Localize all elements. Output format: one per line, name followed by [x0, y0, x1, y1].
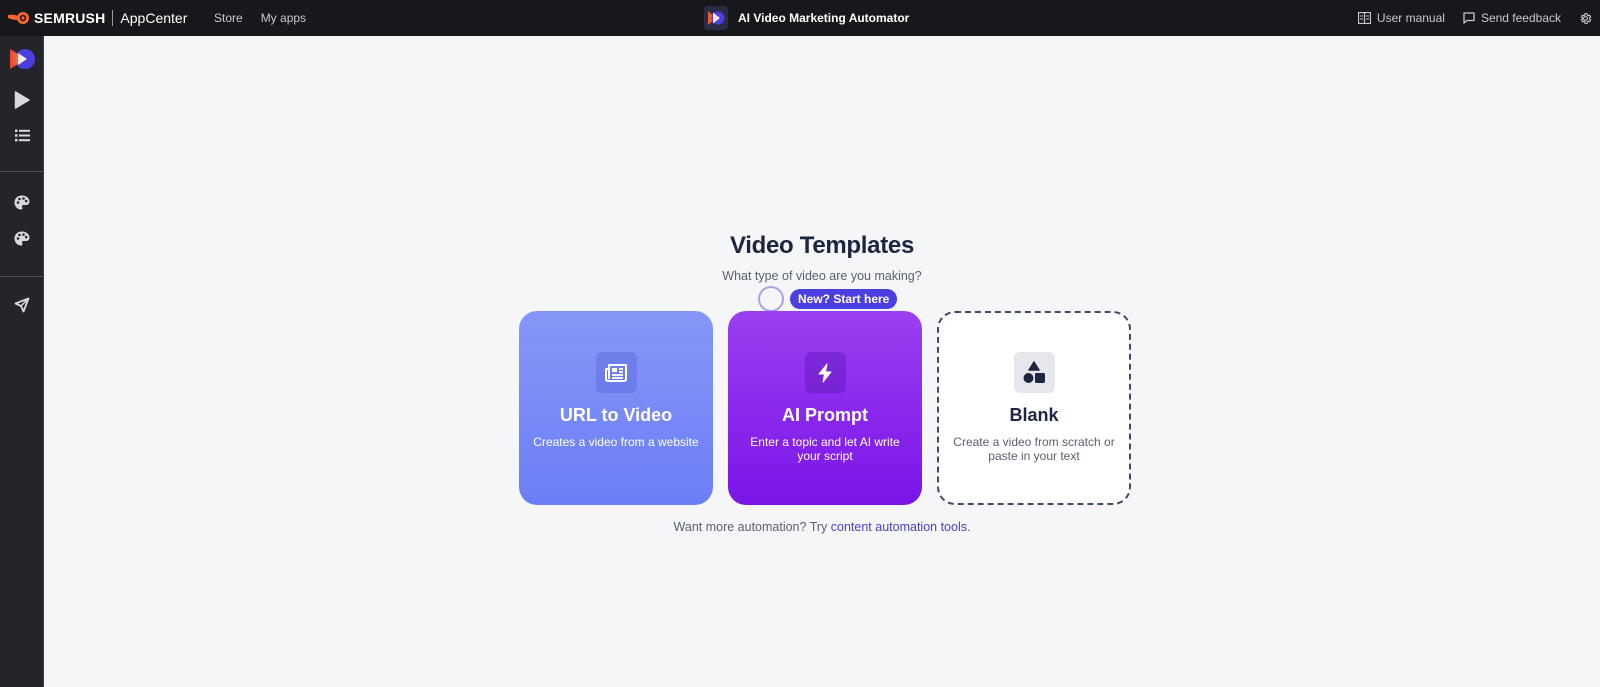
ai-prompt-card[interactable]: AI Prompt Enter a topic and let AI write… [728, 311, 922, 505]
gear-icon[interactable] [1579, 12, 1592, 25]
semrush-logo-icon [8, 12, 29, 24]
sidebar [0, 36, 44, 687]
newspaper-icon-box [595, 352, 637, 393]
app-logo-icon [10, 49, 35, 69]
play-icon [14, 91, 30, 109]
send-feedback-link[interactable]: Send feedback [1463, 11, 1561, 25]
top-right-actions: User manual Send feedback [1357, 0, 1592, 36]
brand-separator [112, 10, 114, 26]
lightning-icon [818, 363, 832, 382]
list-icon [14, 129, 30, 141]
sidebar-item-home[interactable] [0, 45, 44, 73]
newspaper-icon [605, 363, 627, 382]
top-bar: SEMRUSH AppCenter Store My apps AI Video… [0, 0, 1600, 36]
lightning-icon-box [804, 352, 846, 393]
palette-icon [14, 195, 30, 209]
appcenter-label: AppCenter [120, 10, 188, 26]
nav-my-apps[interactable]: My apps [261, 11, 306, 25]
send-feedback-label: Send feedback [1480, 11, 1561, 25]
semrush-brand[interactable]: SEMRUSH AppCenter [8, 0, 187, 36]
sidebar-divider [0, 276, 44, 277]
automation-note: Want more automation? Try content automa… [44, 520, 1600, 534]
url-to-video-card[interactable]: URL to Video Creates a video from a webs… [519, 311, 713, 505]
onboarding-beacon[interactable] [758, 286, 784, 312]
main-content: Video Templates What type of video are y… [44, 36, 1600, 687]
sidebar-item-palette-1[interactable] [0, 188, 44, 216]
sidebar-item-palette-2[interactable] [0, 224, 44, 252]
sidebar-item-play[interactable] [0, 86, 44, 114]
page-subtitle: What type of video are you making? [722, 269, 922, 283]
card-title: Blank [1009, 405, 1059, 425]
top-nav: Store My apps [214, 0, 306, 36]
app-title: AI Video Marketing Automator [738, 11, 910, 25]
onboarding-hint[interactable]: New? Start here [758, 286, 898, 312]
book-icon [1357, 12, 1371, 24]
page-title: Video Templates [729, 232, 914, 259]
app-title-area: AI Video Marketing Automator [704, 0, 909, 36]
sidebar-item-list[interactable] [0, 121, 44, 149]
template-cards: URL to Video Creates a video from a webs… [519, 311, 1131, 505]
card-description: Create a video from scratch or paste in … [953, 435, 1115, 463]
palette-icon [14, 231, 30, 245]
shapes-icon-box [1013, 352, 1055, 393]
sidebar-divider [0, 171, 44, 172]
card-title: URL to Video [559, 405, 673, 425]
message-icon [1463, 12, 1475, 24]
send-icon [14, 297, 30, 313]
nav-store[interactable]: Store [214, 11, 243, 25]
card-description: Enter a topic and let AI write your scri… [750, 435, 900, 463]
blank-card[interactable]: Blank Create a video from scratch or pas… [937, 311, 1131, 505]
content-automation-link[interactable]: content automation tools [831, 520, 967, 534]
user-manual-link[interactable]: User manual [1357, 11, 1445, 25]
sidebar-item-send[interactable] [0, 291, 44, 319]
onboarding-pill[interactable]: New? Start here [790, 289, 898, 309]
app-logo-icon [704, 6, 728, 30]
brand-wordmark: SEMRUSH [34, 10, 106, 26]
user-manual-label: User manual [1376, 11, 1445, 25]
card-description: Creates a video from a website [533, 435, 699, 449]
automation-note-text: Want more automation? Try [673, 520, 831, 534]
card-title: AI Prompt [781, 405, 868, 425]
automation-note-end: . [966, 520, 971, 534]
shapes-icon [1023, 360, 1045, 383]
